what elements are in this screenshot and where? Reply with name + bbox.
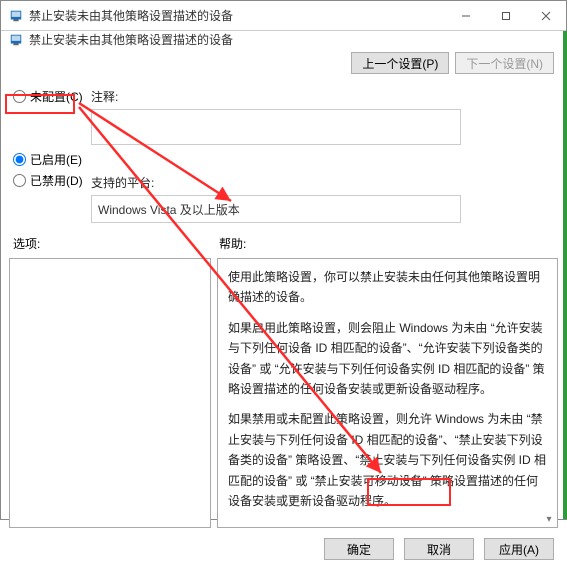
- apply-button[interactable]: 应用(A): [484, 538, 554, 560]
- close-button[interactable]: [526, 1, 566, 31]
- help-pane[interactable]: 使用此策略设置，你可以禁止安装未由任何其他策略设置明确描述的设备。 如果启用此策…: [217, 258, 558, 528]
- prev-setting-button[interactable]: 上一个设置(P): [351, 52, 449, 74]
- row-not-configured: 未配置(C) 注释:: [13, 88, 554, 105]
- maximize-button[interactable]: [486, 1, 526, 31]
- comment-label: 注释:: [91, 88, 118, 105]
- panes: 使用此策略设置，你可以禁止安装未由任何其他策略设置明确描述的设备。 如果启用此策…: [1, 258, 566, 528]
- radio-not-configured[interactable]: [13, 90, 26, 103]
- help-paragraph: 使用此策略设置，你可以禁止安装未由任何其他策略设置明确描述的设备。: [228, 267, 547, 308]
- titlebar-title: 禁止安装未由其他策略设置描述的设备: [29, 7, 446, 24]
- ok-button[interactable]: 确定: [324, 538, 394, 560]
- row-enabled: 已启用(E): [13, 151, 554, 168]
- radio-disabled[interactable]: [13, 174, 26, 187]
- minimize-button[interactable]: [446, 1, 486, 31]
- radio-disabled-label[interactable]: 已禁用(D): [30, 172, 83, 189]
- radio-enabled[interactable]: [13, 153, 26, 166]
- supported-platform-value: Windows Vista 及以上版本: [98, 201, 240, 218]
- radio-enabled-label[interactable]: 已启用(E): [30, 151, 82, 168]
- platform-label: 支持的平台:: [91, 174, 154, 191]
- comment-textarea[interactable]: [91, 109, 461, 145]
- row-disabled: 已禁用(D) 支持的平台:: [13, 172, 554, 191]
- help-paragraph: 如果禁用或未配置此策略设置，则允许 Windows 为未由 “禁止安装与下列任何…: [228, 409, 547, 511]
- app-icon: [9, 9, 23, 23]
- window-controls: [446, 1, 566, 31]
- dialog-window: 禁止安装未由其他策略设置描述的设备 禁止安装未由其他策略设置描述的设备 上一个设…: [0, 0, 567, 520]
- help-label: 帮助:: [219, 237, 246, 251]
- options-pane[interactable]: [9, 258, 211, 528]
- next-setting-button: 下一个设置(N): [455, 52, 554, 74]
- help-paragraph: 如果启用此策略设置，则会阻止 Windows 为未由 “允许安装与下列任何设备 …: [228, 318, 547, 400]
- pane-labels: 选项: 帮助:: [1, 235, 566, 252]
- supported-platform-box: Windows Vista 及以上版本: [91, 195, 461, 223]
- cancel-button[interactable]: 取消: [404, 538, 474, 560]
- options-label: 选项:: [13, 237, 40, 251]
- radio-not-configured-label[interactable]: 未配置(C): [30, 88, 83, 105]
- config-area: 未配置(C) 注释: 已启用(E) 已禁用(D) 支持的平台: Windows …: [1, 84, 566, 223]
- policy-title: 禁止安装未由其他策略设置描述的设备: [29, 31, 233, 48]
- policy-header: 禁止安装未由其他策略设置描述的设备: [1, 31, 566, 48]
- titlebar: 禁止安装未由其他策略设置描述的设备: [1, 1, 566, 31]
- policy-icon: [9, 33, 23, 47]
- chevron-down-icon[interactable]: ▾: [542, 512, 556, 526]
- footer: 确定 取消 应用(A): [1, 528, 566, 570]
- nav-row: 上一个设置(P) 下一个设置(N): [1, 48, 566, 84]
